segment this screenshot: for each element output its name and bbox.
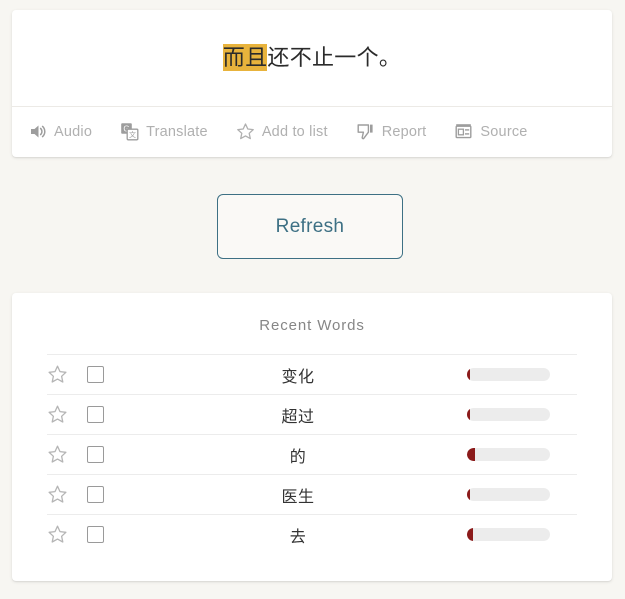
recent-words-list: 变化 超过的医生去: [12, 354, 612, 554]
row-checkbox-cell: [87, 366, 139, 383]
progress-bar-fill: [467, 528, 473, 541]
progress-cell: [457, 528, 577, 541]
recent-words-card: Recent Words 变化超过的医生去: [12, 293, 612, 581]
word-text[interactable]: 医生: [139, 483, 457, 507]
report-button[interactable]: Report: [356, 122, 427, 141]
progress-bar: [467, 408, 550, 421]
row-checkbox[interactable]: [87, 366, 104, 383]
progress-bar-fill: [467, 408, 471, 421]
progress-bar-fill: [467, 488, 471, 501]
word-row: 超过: [47, 394, 577, 434]
word-row: 的: [47, 434, 577, 474]
row-checkbox[interactable]: [87, 486, 104, 503]
star-outline-icon: [236, 122, 255, 141]
progress-cell: [457, 448, 577, 461]
progress-bar: [467, 368, 550, 381]
add-to-list-button[interactable]: Add to list: [236, 122, 328, 141]
word-row: 医生: [47, 474, 577, 514]
thumbs-down-icon: [356, 122, 375, 141]
source-label: Source: [480, 123, 528, 140]
star-outline-icon: [48, 405, 67, 423]
progress-bar: [467, 528, 550, 541]
word-row: 变化: [47, 354, 577, 394]
row-checkbox-cell: [87, 446, 139, 463]
add-to-list-label: Add to list: [261, 123, 328, 140]
progress-cell: [457, 368, 577, 381]
star-outline-icon: [48, 525, 67, 543]
word-text[interactable]: 变化: [139, 363, 457, 387]
highlighted-word[interactable]: 而且: [222, 44, 268, 72]
star-toggle[interactable]: [47, 364, 87, 385]
progress-cell: [457, 488, 577, 501]
row-checkbox-cell: [87, 526, 139, 543]
row-checkbox[interactable]: [87, 526, 104, 543]
star-toggle[interactable]: [47, 484, 87, 505]
progress-bar-fill: [467, 448, 476, 461]
star-toggle[interactable]: [47, 524, 87, 545]
row-checkbox-cell: [87, 486, 139, 503]
sentence-toolbar: Audio G 文 Translate Add to list Report S…: [12, 106, 612, 156]
audio-label: Audio: [54, 123, 93, 140]
progress-bar: [467, 488, 550, 501]
word-text[interactable]: 去: [139, 523, 457, 547]
google-translate-icon: G 文: [120, 122, 139, 141]
row-checkbox[interactable]: [87, 406, 104, 423]
sentence-display-area: 而且还不止一个。: [12, 10, 612, 106]
svg-text:文: 文: [129, 130, 136, 139]
star-toggle[interactable]: [47, 404, 87, 425]
star-outline-icon: [48, 445, 67, 463]
sentence-text: 而且还不止一个。: [222, 42, 402, 74]
word-row: 去: [47, 514, 577, 554]
progress-bar-fill: [467, 368, 471, 381]
newspaper-icon: [454, 122, 473, 141]
audio-button[interactable]: Audio: [28, 122, 92, 141]
progress-bar: [467, 448, 550, 461]
recent-words-title: Recent Words: [259, 317, 365, 334]
star-outline-icon: [48, 485, 67, 503]
word-text[interactable]: 的: [139, 443, 457, 467]
star-toggle[interactable]: [47, 444, 87, 465]
row-checkbox[interactable]: [87, 446, 104, 463]
source-button[interactable]: Source: [454, 122, 527, 141]
report-label: Report: [381, 123, 427, 140]
sentence-card: 而且还不止一个。 Audio G 文 Translate Add to list…: [12, 10, 612, 157]
speaker-icon: [28, 122, 47, 141]
row-checkbox-cell: [87, 406, 139, 423]
word-text[interactable]: 超过: [139, 403, 457, 427]
refresh-button[interactable]: Refresh: [217, 194, 403, 259]
translate-button[interactable]: G 文 Translate: [120, 122, 208, 141]
sentence-remainder: 还不止一个。: [267, 45, 402, 71]
translate-label: Translate: [146, 123, 208, 140]
star-outline-icon: [48, 365, 67, 383]
progress-cell: [457, 408, 577, 421]
